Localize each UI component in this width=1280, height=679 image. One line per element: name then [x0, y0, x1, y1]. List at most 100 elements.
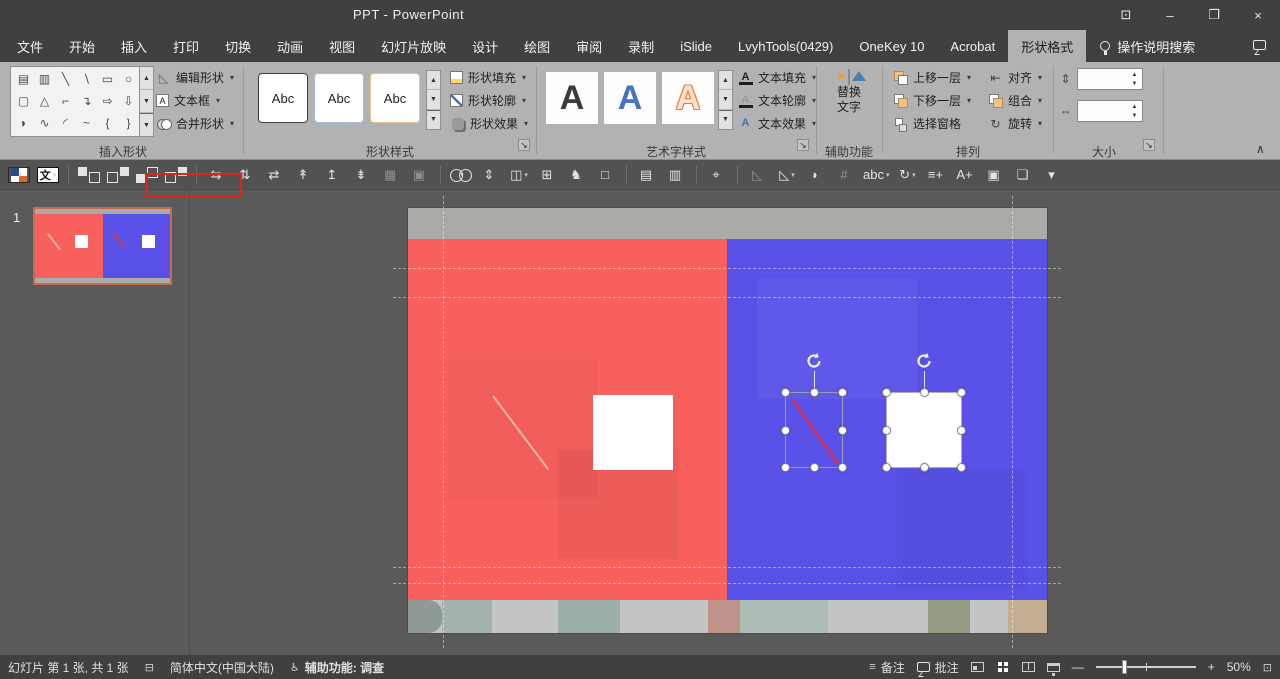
selection-handle[interactable]	[781, 463, 790, 472]
spin-up-icon[interactable]: ▲	[1128, 70, 1141, 79]
horizontal-guide[interactable]	[393, 297, 1061, 298]
shape-gallery-item[interactable]: ~	[76, 112, 97, 134]
shape-outline-button[interactable]: 形状轮廓 ▾	[450, 89, 528, 112]
shape-gallery-item[interactable]: ▢	[13, 90, 34, 112]
tell-me-search[interactable]: 操作说明搜索	[1086, 30, 1209, 62]
add-text-icon[interactable]: A+	[954, 164, 976, 186]
slide-text-icon[interactable]: ▤	[636, 164, 658, 186]
fit-to-window-icon[interactable]: ⊡	[1263, 661, 1272, 674]
gallery-more-icon[interactable]: ▼	[719, 110, 732, 129]
grid-align-icon[interactable]: ▦	[380, 164, 402, 186]
mascot-tool-icon[interactable]: ♞	[566, 164, 588, 186]
tab-insert[interactable]: 插入	[108, 30, 160, 62]
shape-gallery-item[interactable]: ▥	[34, 68, 55, 90]
shape-gallery-item[interactable]: {	[97, 112, 118, 134]
tab-transitions[interactable]: 切换	[212, 30, 264, 62]
tab-file[interactable]: 文件	[4, 30, 56, 62]
tab-animations[interactable]: 动画	[264, 30, 316, 62]
shape-gallery-item[interactable]: ∖	[76, 68, 97, 90]
copy-position-icon[interactable]: ⊞	[537, 164, 559, 186]
tab-onekey[interactable]: OneKey 10	[846, 30, 937, 62]
tab-shape-format[interactable]: 形状格式	[1008, 30, 1086, 62]
shape-fill-button[interactable]: 形状填充 ▾	[450, 66, 528, 89]
slide-sorter-view-icon[interactable]	[998, 662, 1002, 666]
add-lines-icon[interactable]: ≡+	[925, 164, 947, 186]
spin-down-icon[interactable]: ▼	[1128, 111, 1141, 120]
theme-colors-icon[interactable]: ▾	[8, 167, 30, 183]
selection-handle[interactable]	[920, 388, 929, 397]
cube-3d-icon[interactable]: □	[595, 164, 617, 186]
tab-view[interactable]: 视图	[316, 30, 368, 62]
shape-style-preset-2[interactable]: Abc	[314, 73, 364, 123]
edit-points-icon[interactable]: ◺▾	[776, 164, 798, 186]
red-rectangle-shape[interactable]	[408, 239, 727, 600]
selection-handle[interactable]	[920, 463, 929, 472]
notes-button[interactable]: ≡ 备注	[869, 659, 904, 676]
selection-handle[interactable]	[838, 426, 847, 435]
selection-handle[interactable]	[810, 388, 819, 397]
reading-view-icon[interactable]	[1022, 662, 1035, 672]
selection-handle[interactable]	[781, 388, 790, 397]
bring-forward-button[interactable]: 上移一层 ▾	[893, 66, 971, 89]
white-square-shape-selected[interactable]	[886, 392, 962, 468]
horizontal-guide[interactable]	[393, 583, 1061, 584]
zoom-level[interactable]: 50%	[1227, 660, 1251, 674]
match-size-icon[interactable]: ⇕	[479, 164, 501, 186]
restore-button[interactable]: ❐	[1192, 0, 1236, 30]
shape-gallery-item[interactable]: ◜	[55, 112, 76, 134]
shape-styles-dialog-launcher[interactable]: ↘	[518, 139, 530, 151]
tab-home[interactable]: 开始	[56, 30, 108, 62]
selection-handle[interactable]	[957, 426, 966, 435]
distribute-horizontal-icon[interactable]: ↥	[322, 164, 344, 186]
collapse-ribbon-icon[interactable]: ∧	[1256, 142, 1265, 156]
rotate-button[interactable]: ↻ 旋转 ▾	[988, 112, 1042, 135]
slideshow-view-icon[interactable]	[1047, 663, 1060, 672]
layers-icon[interactable]: ❏	[1012, 164, 1034, 186]
stamp-icon[interactable]: ▣	[409, 164, 431, 186]
shape-gallery-item[interactable]: △	[34, 90, 55, 112]
wordart-scroll[interactable]: ▲ ▼ ▼	[718, 70, 733, 130]
minimize-button[interactable]: –	[1148, 0, 1192, 30]
shape-style-preset-3[interactable]: Abc	[370, 73, 420, 123]
align-top-icon[interactable]: ↟	[293, 164, 315, 186]
shape-gallery-item[interactable]: ⇩	[118, 90, 139, 112]
zoom-out-button[interactable]: —	[1072, 660, 1084, 674]
normal-view-icon[interactable]	[971, 662, 984, 672]
selection-handle[interactable]	[957, 388, 966, 397]
toolbar-icon[interactable]	[68, 166, 69, 184]
zoom-in-button[interactable]: +	[1208, 660, 1215, 674]
wordart-preset-1[interactable]: A	[546, 72, 598, 124]
text-box-button[interactable]: A 文本框 ▾	[156, 89, 234, 112]
tab-print[interactable]: 打印	[160, 30, 212, 62]
scroll-down-icon[interactable]: ▼	[719, 90, 732, 109]
shape-gallery-item[interactable]: ○	[118, 68, 139, 90]
align-bottom-icon[interactable]: ⇟	[351, 164, 373, 186]
tab-design[interactable]: 设计	[459, 30, 511, 62]
selection-handle[interactable]	[882, 463, 891, 472]
gallery-more-icon[interactable]: ▼	[427, 110, 440, 129]
size-dialog-launcher[interactable]: ↘	[1143, 139, 1155, 151]
alt-text-button[interactable]: 替换 文字	[823, 70, 875, 115]
merge-shapes-button[interactable]: 合并形状 ▾	[156, 112, 234, 135]
toolbar-icon[interactable]	[440, 166, 441, 184]
scroll-down-icon[interactable]: ▼	[140, 90, 153, 113]
selection-handle[interactable]	[838, 463, 847, 472]
shape-gallery-item[interactable]: ◗	[13, 112, 34, 134]
tab-lvyhtools[interactable]: LvyhTools(0429)	[725, 30, 846, 62]
wordart-preset-2[interactable]: A	[604, 72, 656, 124]
selected-line-bounding-box[interactable]	[785, 392, 843, 468]
group-button[interactable]: 组合 ▾	[988, 89, 1042, 112]
zoom-slider[interactable]	[1096, 666, 1196, 668]
shape-gallery-item[interactable]: ⌐	[55, 90, 76, 112]
shape-effects-button[interactable]: 形状效果 ▾	[450, 112, 528, 135]
selection-handle[interactable]	[882, 426, 891, 435]
send-to-back-icon[interactable]	[107, 167, 129, 183]
scroll-up-icon[interactable]: ▲	[719, 71, 732, 90]
zoom-slider-thumb[interactable]	[1122, 660, 1127, 674]
shape-gallery-item[interactable]: ╲	[55, 68, 76, 90]
merge-shapes-icon[interactable]: ▾	[450, 168, 472, 182]
scroll-down-icon[interactable]: ▼	[427, 90, 440, 109]
edit-shape-icon[interactable]: ◺	[747, 164, 769, 186]
tab-draw[interactable]: 绘图	[511, 30, 563, 62]
edit-shape-button[interactable]: ◺ 编辑形状 ▾	[156, 66, 234, 89]
